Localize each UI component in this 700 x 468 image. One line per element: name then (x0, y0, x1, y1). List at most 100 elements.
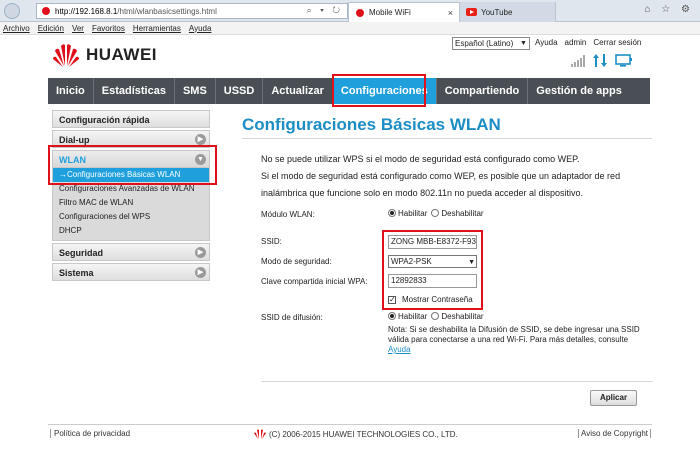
ssid-broadcast-radio-group: Habilitar Deshabilitar (388, 312, 484, 321)
brand-name: HUAWEI (86, 45, 157, 64)
ssid-label: SSID: (261, 237, 282, 246)
sidebar-item-label: Sistema (59, 268, 94, 278)
status-icons (571, 54, 633, 67)
tab-youtube[interactable]: YouTube (460, 2, 556, 22)
info-text: No se puede utilizar WPS si el modo de s… (261, 151, 653, 202)
checkbox-label: Mostrar Contraseña (402, 295, 473, 304)
note-text: Nota: Si se deshabilita la Difusión de S… (388, 325, 640, 344)
privacy-policy-link[interactable]: Política de privacidad (50, 429, 130, 438)
forward-button[interactable] (22, 3, 34, 19)
apply-button[interactable]: Aplicar (590, 390, 637, 406)
nav-compartiendo[interactable]: Compartiendo (437, 78, 529, 104)
connected-device-icon (615, 54, 632, 67)
logout-link[interactable]: Cerrar sesión (593, 38, 641, 47)
broadcast-note: Nota: Si se deshabilita la Difusión de S… (388, 325, 640, 355)
sidebar-item-quick-setup[interactable]: Configuración rápida (52, 110, 210, 128)
help-link[interactable]: Ayuda (535, 38, 558, 47)
top-links: Ayuda admin Cerrar sesión (535, 38, 641, 47)
nav-estadisticas[interactable]: Estadísticas (94, 78, 175, 104)
wpa-key-input[interactable]: 12892833 (388, 274, 477, 288)
sidebar-item-dialup[interactable]: Dial-up ▶ (52, 130, 210, 148)
broadcast-disable-option[interactable]: Deshabilitar (431, 312, 484, 321)
radio-label: Habilitar (398, 312, 428, 321)
chevron-down-icon: ▼ (468, 259, 475, 266)
ssid-input[interactable]: ZONG MBB-E8372-F938 (388, 235, 477, 249)
sidebar: Configuración rápida Dial-up ▶ WLAN ▼ →C… (52, 110, 210, 283)
menu-favorites[interactable]: Favoritos (92, 24, 125, 33)
address-bar[interactable]: http://192.168.8.1/html/wlanbasicsetting… (36, 3, 348, 19)
huawei-flower-icon (254, 429, 266, 439)
main-nav: Inicio Estadísticas SMS USSD Actualizar … (48, 78, 650, 104)
info-line-1: No se puede utilizar WPS si el modo de s… (261, 154, 580, 164)
nav-configuraciones[interactable]: Configuraciones (332, 78, 437, 104)
sidebar-item-security[interactable]: Seguridad ▶ (52, 243, 210, 261)
help-link[interactable]: Ayuda (388, 345, 411, 354)
huawei-favicon-icon (356, 8, 364, 17)
expand-icon: ▶ (195, 134, 206, 145)
menu-edit[interactable]: Edición (38, 24, 64, 33)
copyright-notice-link[interactable]: Aviso de Copyright (578, 429, 651, 438)
tab-mobile-wifi[interactable]: Mobile WiFi × (348, 2, 460, 22)
broadcast-enable-option[interactable]: Habilitar (388, 312, 427, 321)
language-select[interactable]: Español (Latino) ▼ (452, 37, 530, 50)
title-divider (242, 138, 652, 139)
back-button[interactable] (4, 3, 20, 19)
menu-help[interactable]: Ayuda (189, 24, 212, 33)
ssid-broadcast-label: SSID de difusión: (261, 313, 323, 322)
sidebar-item-wps[interactable]: Configuraciones del WPS (53, 210, 209, 224)
browser-icons[interactable]: ⌂ ☆ ⚙ (644, 4, 694, 15)
radio-label: Deshabilitar (441, 209, 484, 218)
huawei-flower-icon (53, 44, 79, 67)
radio-off-icon (431, 312, 440, 320)
info-line-2: Si el modo de seguridad está configurado… (261, 171, 621, 198)
security-mode-value: WPA2-PSK (391, 257, 432, 266)
radio-on-icon (388, 312, 396, 320)
sidebar-item-label: Configuración rápida (59, 115, 150, 125)
sidebar-item-wlan[interactable]: WLAN ▼ (52, 150, 210, 168)
sidebar-item-label: WLAN (59, 155, 86, 165)
huawei-logo: HUAWEI (52, 42, 157, 68)
collapse-icon: ▼ (195, 154, 206, 165)
nav-actualizar[interactable]: Actualizar (263, 78, 333, 104)
signal-strength-icon (571, 55, 585, 67)
nav-inicio[interactable]: Inicio (48, 78, 94, 104)
menu-file[interactable]: Archivo (3, 24, 30, 33)
menu-view[interactable]: Ver (72, 24, 84, 33)
menu-tools[interactable]: Herramientas (133, 24, 181, 33)
nav-ussd[interactable]: USSD (216, 78, 264, 104)
nav-gestion-apps[interactable]: Gestión de apps (528, 78, 630, 104)
sidebar-item-system[interactable]: Sistema ▶ (52, 263, 210, 281)
footer-copyright: (C) 2006-2015 HUAWEI TECHNOLOGIES CO., L… (254, 429, 458, 439)
sidebar-item-wlan-advanced[interactable]: Configuraciones Avanzadas de WLAN (53, 182, 209, 196)
wlan-module-radio-group: Habilitar Deshabilitar (388, 209, 484, 218)
url-host: http://192.168.8.1 (55, 6, 118, 16)
tab-label: Mobile WiFi (369, 8, 411, 17)
huawei-favicon-icon (42, 7, 50, 15)
close-tab-icon[interactable]: × (448, 8, 453, 18)
data-transfer-icon (593, 54, 607, 67)
security-mode-label: Modo de seguridad: (261, 257, 332, 266)
page-title: Configuraciones Básicas WLAN (242, 115, 501, 134)
wlan-submenu: →Configuraciones Básicas WLAN Configurac… (52, 168, 210, 241)
sidebar-item-dhcp[interactable]: DHCP (53, 224, 209, 238)
browser-toolbar: http://192.168.8.1/html/wlanbasicsetting… (0, 0, 700, 22)
checkbox-checked-icon: ✓ (388, 294, 396, 304)
security-mode-select[interactable]: WPA2-PSK ▼ (388, 255, 477, 268)
footer-divider (48, 424, 652, 425)
copyright-text: (C) 2006-2015 HUAWEI TECHNOLOGIES CO., L… (269, 429, 458, 439)
wlan-enable-option[interactable]: Habilitar (388, 209, 427, 218)
radio-label: Deshabilitar (441, 312, 484, 321)
radio-on-icon (388, 209, 396, 217)
sidebar-item-wlan-basic[interactable]: →Configuraciones Básicas WLAN (53, 168, 209, 182)
sidebar-item-label: Dial-up (59, 135, 90, 145)
address-bar-icons[interactable]: ⌕ ▾ ↻ (307, 5, 343, 16)
sidebar-item-mac-filter[interactable]: Filtro MAC de WLAN (53, 196, 209, 210)
sidebar-item-label: Configuraciones Básicas WLAN (67, 170, 181, 179)
wlan-disable-option[interactable]: Deshabilitar (431, 209, 484, 218)
browser-menubar: Archivo Edición Ver Favoritos Herramient… (0, 22, 700, 35)
sidebar-item-label: Seguridad (59, 248, 104, 258)
nav-sms[interactable]: SMS (175, 78, 216, 104)
radio-off-icon (431, 209, 440, 217)
wpa-key-label: Clave compartida inicial WPA: (261, 277, 368, 286)
show-password-checkbox[interactable]: ✓ Mostrar Contraseña (388, 295, 473, 304)
